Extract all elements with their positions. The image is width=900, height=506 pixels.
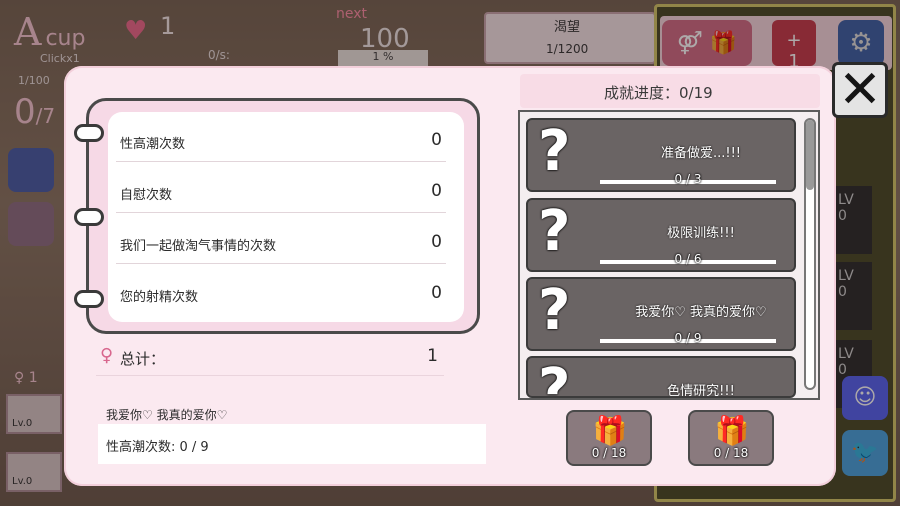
achievement-card[interactable]: ? 准备做爱...!!! 0 / 3 (526, 118, 796, 192)
selected-achievement-detail-box: 性高潮次数: 0 / 9 (98, 424, 486, 464)
achievement-title: 我爱你♡ 我真的爱你♡ (635, 305, 767, 320)
achievement-card[interactable]: ? 极限训练!!! 0 / 6 (526, 198, 796, 272)
reward-count: 0 / 18 (591, 446, 627, 460)
female-icon: ♀ (100, 345, 114, 366)
achievement-scrollbar-thumb[interactable] (806, 120, 814, 190)
stat-label: 您的射精次数 (120, 290, 199, 305)
achievement-progress-header: 成就进度：0/19 (520, 74, 820, 108)
notebook-ring (74, 290, 104, 308)
selected-achievement-name: 我爱你♡ 我真的爱你♡ (106, 408, 228, 422)
reward-gift-button[interactable]: 🎁 0 / 18 (566, 410, 652, 466)
locked-question-icon: ? (538, 199, 571, 264)
achievement-progress: 0 / 3 (674, 172, 702, 186)
stat-label: 我们一起做淘气事情的次数 (120, 239, 277, 254)
stat-row: 性高潮次数 0 (116, 118, 446, 162)
stat-value: 0 (431, 232, 442, 252)
achievement-progress: 0 / 6 (674, 252, 702, 266)
stat-value: 0 (431, 130, 442, 150)
stat-label: 性高潮次数 (120, 137, 186, 152)
locked-question-icon: ? (538, 278, 571, 343)
locked-question-icon: ? (538, 357, 571, 398)
stat-value: 0 (431, 181, 442, 201)
stat-row: 自慰次数 0 (116, 169, 446, 213)
total-row: ♀ 总计： 1 (96, 342, 444, 376)
achievement-title: 极限训练!!! (667, 226, 735, 241)
achievement-progress-text: 成就进度：0/19 (604, 84, 713, 102)
selected-achievement-detail: 性高潮次数: 0 / 9 (106, 440, 209, 455)
gift-heart-icon: 🎁 (592, 414, 628, 447)
achievement-title: 色情研究!!! (667, 384, 735, 398)
reward-count: 0 / 18 (713, 446, 749, 460)
achievement-card[interactable]: ? 色情研究!!! (526, 356, 796, 398)
notebook-ring (74, 208, 104, 226)
locked-question-icon: ? (538, 119, 571, 184)
reward-gift-button[interactable]: 🎁 0 / 18 (688, 410, 774, 466)
total-value: 1 (427, 346, 438, 366)
notebook-ring (74, 124, 104, 142)
stat-label: 自慰次数 (120, 188, 173, 203)
achievement-card[interactable]: ? 我爱你♡ 我真的爱你♡ 0 / 9 (526, 277, 796, 351)
achievement-title: 准备做爱...!!! (660, 146, 742, 161)
stat-row: 我们一起做淘气事情的次数 0 (116, 220, 446, 264)
gift-heart-icon: 🎁 (714, 414, 750, 447)
achievement-progress: 0 / 9 (674, 331, 702, 345)
stat-value: 0 (431, 283, 442, 303)
close-button[interactable]: ✕ (832, 62, 888, 118)
total-label: 总计： (120, 350, 166, 368)
stat-row: 您的射精次数 0 (116, 271, 446, 315)
close-icon: ✕ (838, 60, 882, 120)
